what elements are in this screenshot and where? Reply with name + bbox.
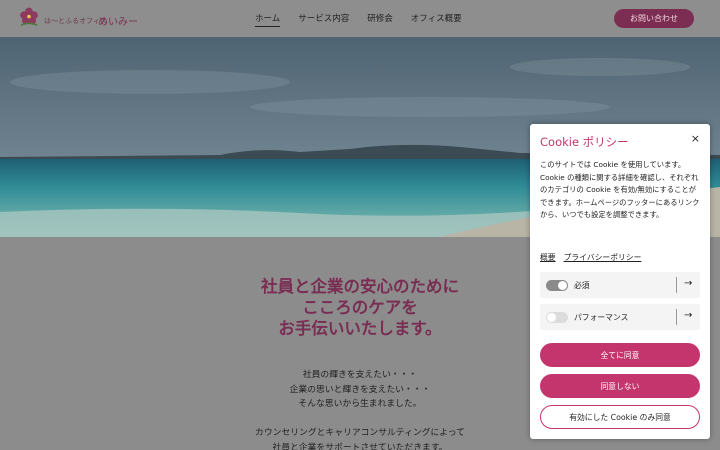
- divider: [676, 277, 677, 293]
- arrow-right-icon[interactable]: →: [684, 278, 692, 289]
- cookie-description: このサイトでは Cookie を使用しています。Cookie の種類に関する詳細…: [540, 160, 700, 219]
- site-header: は〜とふるオフィス めいみー ホーム サービス内容 研修会 オフィス概要 お問い…: [0, 0, 720, 37]
- accept-selected-button[interactable]: 有効にした Cookie のみ同意: [540, 405, 700, 429]
- reject-button[interactable]: 同意しない: [540, 374, 700, 398]
- cookie-links: 概要 プライバシーポリシー: [540, 252, 641, 263]
- category-label: 必須: [574, 281, 590, 290]
- cookie-policy-dialog: Cookie ポリシー × このサイトでは Cookie を使用しています。Co…: [530, 124, 710, 439]
- intro-line: 社員と企業をサポートさせていただきます。: [272, 442, 448, 450]
- close-icon[interactable]: ×: [691, 132, 700, 145]
- nav-office[interactable]: オフィス概要: [411, 12, 462, 27]
- toggle-knob: [558, 281, 567, 290]
- divider: [676, 309, 677, 325]
- logo-name: めいみー: [98, 17, 138, 28]
- required-toggle[interactable]: [546, 280, 568, 291]
- main-nav: ホーム サービス内容 研修会 オフィス概要: [255, 12, 462, 27]
- contact-button[interactable]: お問い合わせ: [614, 9, 694, 28]
- nav-training[interactable]: 研修会: [367, 12, 393, 27]
- arrow-right-icon[interactable]: →: [684, 310, 692, 321]
- category-label: パフォーマンス: [574, 313, 629, 322]
- cookie-category-performance: パフォーマンス →: [540, 304, 700, 330]
- nav-services[interactable]: サービス内容: [298, 12, 349, 27]
- performance-toggle[interactable]: [546, 312, 568, 323]
- site-logo[interactable]: は〜とふるオフィス めいみー: [18, 6, 143, 30]
- privacy-policy-link[interactable]: プライバシーポリシー: [564, 252, 642, 263]
- cookie-title: Cookie ポリシー: [540, 135, 629, 149]
- cookie-category-required: 必須 →: [540, 272, 700, 298]
- accept-all-button[interactable]: 全てに同意: [540, 343, 700, 367]
- hibiscus-logo-icon: [20, 7, 38, 26]
- toggle-knob: [547, 313, 556, 322]
- overview-link[interactable]: 概要: [540, 252, 556, 263]
- nav-home[interactable]: ホーム: [255, 12, 281, 27]
